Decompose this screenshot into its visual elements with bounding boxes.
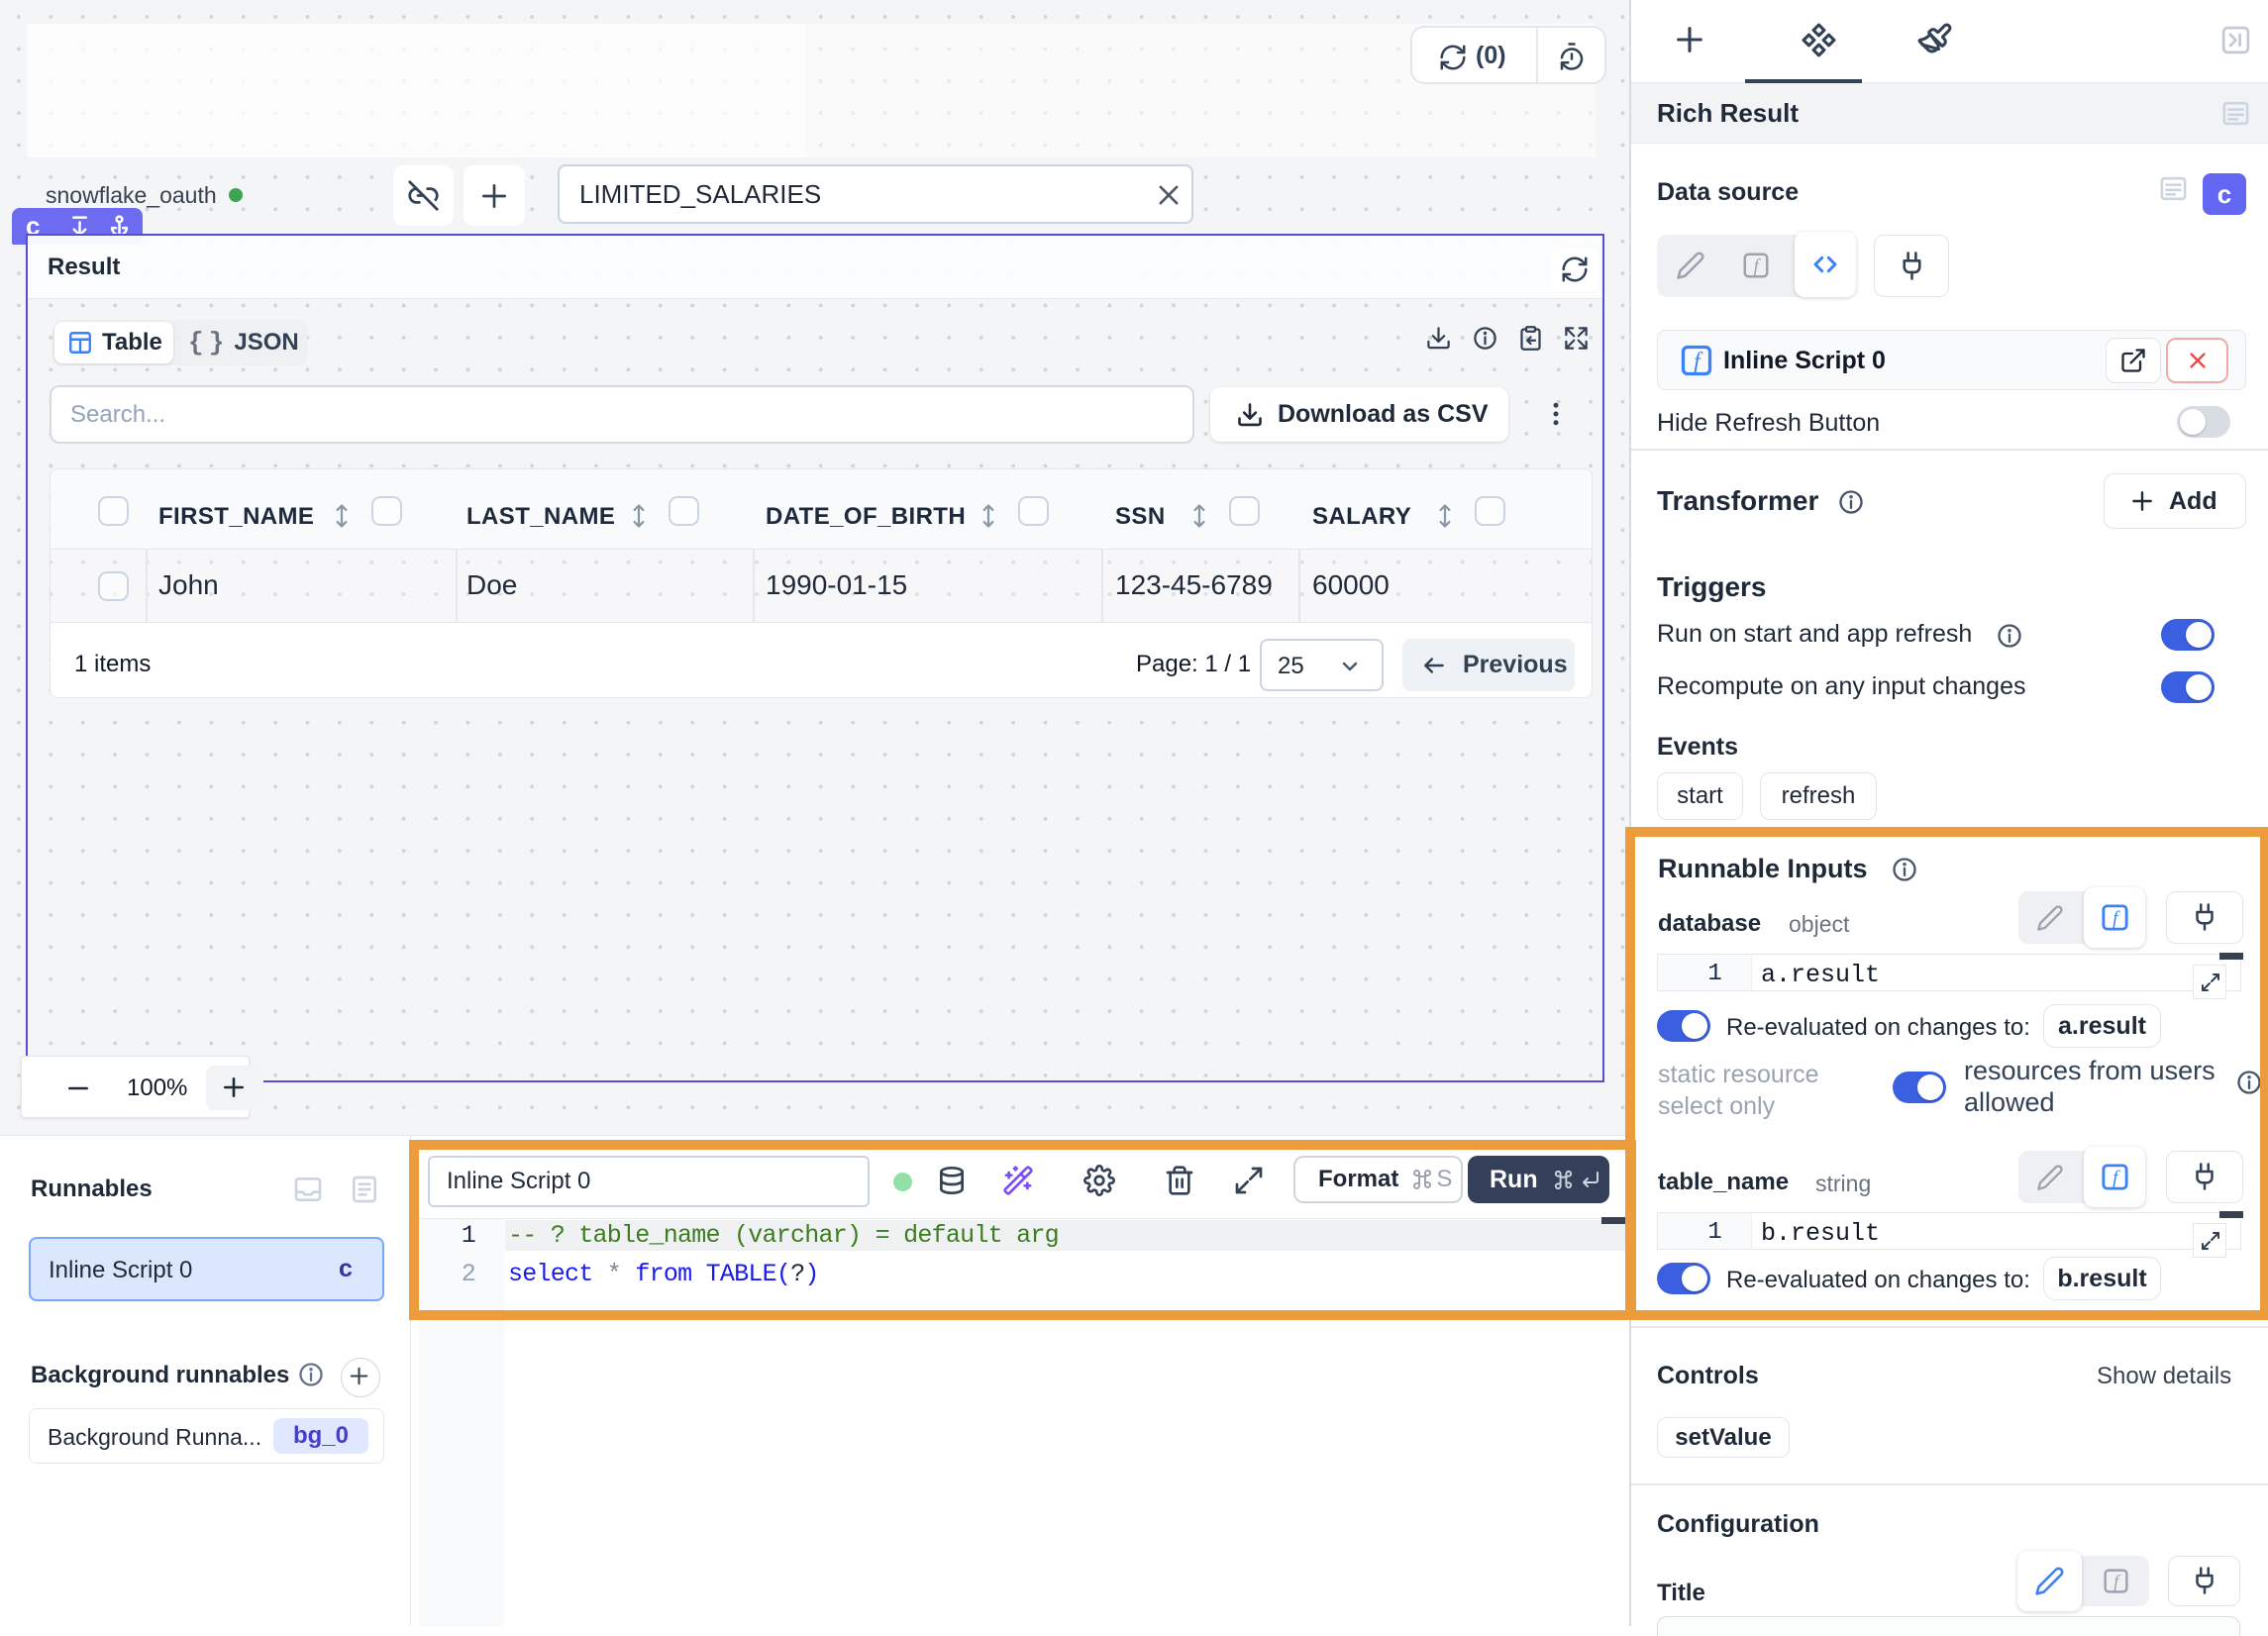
svg-text:f: f [2113, 1572, 2121, 1591]
svg-text:f: f [1694, 349, 1703, 374]
svg-text:f: f [1754, 256, 1762, 276]
